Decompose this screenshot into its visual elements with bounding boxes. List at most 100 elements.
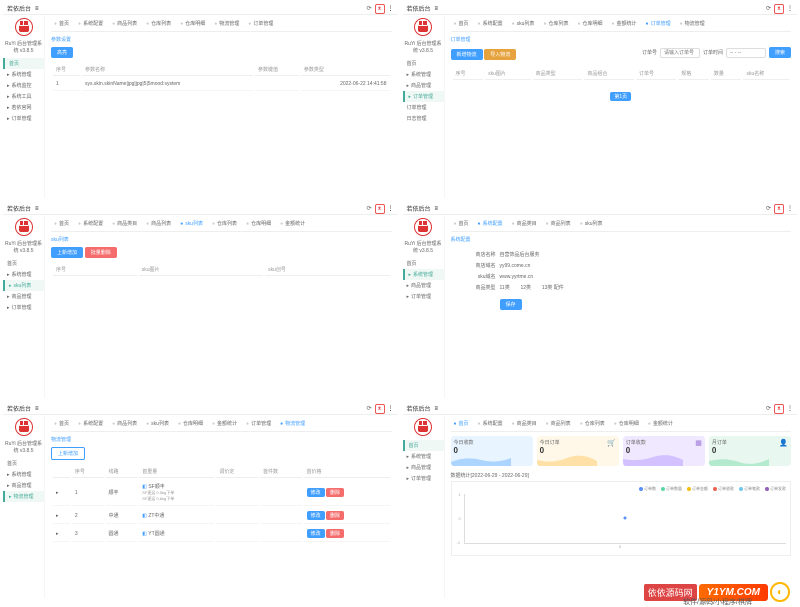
nav-goods[interactable]: ▸ 商品管理 xyxy=(3,291,44,302)
delete-button[interactable]: 删除 xyxy=(326,529,344,538)
tab[interactable]: ●订单管理 xyxy=(243,419,274,428)
import-logistics-button[interactable]: 导入物流 xyxy=(484,49,516,60)
refresh-icon[interactable]: ⟳ xyxy=(766,405,771,412)
batch-delete-button[interactable]: 批量删除 xyxy=(85,247,117,258)
avatar[interactable]: ᴥ xyxy=(375,4,385,14)
tab[interactable]: ●商品列表 xyxy=(543,219,574,228)
collapse-icon[interactable]: ≡ xyxy=(435,206,439,212)
nav-goods[interactable]: ▸ 商品管理 xyxy=(403,80,444,91)
dots-icon[interactable]: ⋮ xyxy=(388,205,394,212)
tab[interactable]: ●仓库明细 xyxy=(574,19,605,28)
dots-icon[interactable]: ⋮ xyxy=(787,405,793,412)
collapse-icon[interactable]: ≡ xyxy=(435,406,439,412)
nav-logistics[interactable]: ▸ 物流管理 xyxy=(3,491,44,502)
collapse-icon[interactable]: ≡ xyxy=(35,206,39,212)
nav-sys[interactable]: ▸ 系统管理 xyxy=(3,69,44,80)
nav-job[interactable]: ▸ 订单管理 xyxy=(3,113,44,124)
collapse-icon[interactable]: ≡ xyxy=(435,6,439,12)
nav-sys[interactable]: ▸ 系统管理 xyxy=(403,69,444,80)
nav-goods[interactable]: ▸ 商品管理 xyxy=(3,480,44,491)
nav-log[interactable]: 订单管理 xyxy=(403,102,444,113)
table-row[interactable]: 1sys.skin.skinName|jpg|jpg|5|5mood:syste… xyxy=(53,78,390,91)
tab[interactable]: ●sku列表 xyxy=(143,419,172,428)
nav-home[interactable]: 首页 xyxy=(3,58,44,69)
nav-home[interactable]: 首页 xyxy=(3,458,44,469)
nav-home[interactable]: 首页 xyxy=(403,258,444,269)
tab[interactable]: ●首页 xyxy=(51,219,72,228)
tab[interactable]: ●商品列表 xyxy=(543,419,574,428)
nav-sys[interactable]: ▸ 系统管理 xyxy=(3,469,44,480)
tab[interactable]: ●商品类目 xyxy=(109,219,140,228)
tab[interactable]: ●仓库明细 xyxy=(611,419,642,428)
dots-icon[interactable]: ⋮ xyxy=(388,405,394,412)
nav-order[interactable]: ▸ 订单管理 xyxy=(403,291,444,302)
edit-button[interactable]: 修改 xyxy=(307,511,325,520)
nav-logistics[interactable]: 日志管理 xyxy=(403,113,444,124)
delete-button[interactable]: 删除 xyxy=(326,488,344,497)
tab[interactable]: ●仓库明细 xyxy=(177,19,208,28)
tab[interactable]: ●商品类目 xyxy=(509,219,540,228)
add-line-button[interactable]: 上新增加 xyxy=(51,447,85,460)
tab[interactable]: ●sku列表 xyxy=(177,219,206,228)
tab[interactable]: ●系统配置 xyxy=(75,19,106,28)
save-button[interactable]: 保存 xyxy=(500,299,522,310)
tab[interactable]: ●仓库列表 xyxy=(143,19,174,28)
table-row[interactable]: ▸1顺丰◧ SF顺丰SF速运 0.5kg下单SF速运 0.6kg下单修改 删除 xyxy=(53,480,390,506)
tab[interactable]: ●商品列表 xyxy=(143,219,174,228)
dots-icon[interactable]: ⋮ xyxy=(388,5,394,12)
tab[interactable]: ●sku列表 xyxy=(577,219,606,228)
highlight-button[interactable]: 高亮 xyxy=(51,47,73,58)
tab[interactable]: ●订单管理 xyxy=(245,19,276,28)
date-input[interactable] xyxy=(726,48,766,58)
nav-sys[interactable]: ▸ 系统管理 xyxy=(3,269,44,280)
avatar[interactable]: ᴥ xyxy=(774,4,784,14)
tab[interactable]: ●物流管理 xyxy=(677,19,708,28)
tab[interactable]: ●首页 xyxy=(451,219,472,228)
add-button[interactable]: 上新增加 xyxy=(51,247,83,258)
edit-button[interactable]: 修改 xyxy=(307,488,325,497)
delete-button[interactable]: 删除 xyxy=(326,511,344,520)
nav-home[interactable]: 首页 xyxy=(403,58,444,69)
avatar[interactable]: ᴥ xyxy=(774,404,784,414)
tab[interactable]: ●首页 xyxy=(451,19,472,28)
tab[interactable]: ●首页 xyxy=(51,19,72,28)
refresh-icon[interactable]: ⟳ xyxy=(366,205,371,212)
nav-home[interactable]: 首页 xyxy=(3,258,44,269)
nav-order[interactable]: ▸ 订单管理 xyxy=(403,473,444,484)
tab[interactable]: ●金额统计 xyxy=(277,219,308,228)
nav-order[interactable]: ▸ 订单管理 xyxy=(3,302,44,313)
tab[interactable]: ●系统配置 xyxy=(75,419,106,428)
refresh-icon[interactable]: ⟳ xyxy=(366,5,371,12)
nav-tool[interactable]: ▸ 系统工具 xyxy=(3,91,44,102)
avatar[interactable]: ᴥ xyxy=(375,404,385,414)
dots-icon[interactable]: ⋮ xyxy=(787,205,793,212)
tab[interactable]: ●仓库列表 xyxy=(209,219,240,228)
tab[interactable]: ●金额统计 xyxy=(609,19,640,28)
refresh-icon[interactable]: ⟳ xyxy=(766,205,771,212)
order-no-input[interactable] xyxy=(660,48,700,58)
edit-button[interactable]: 修改 xyxy=(307,529,325,538)
tab[interactable]: ●系统配置 xyxy=(475,19,506,28)
nav-sys[interactable]: ▸ 系统管理 xyxy=(403,269,444,280)
nav-sku[interactable]: ▸ sku列表 xyxy=(3,280,44,291)
tab[interactable]: ●物流管理 xyxy=(211,19,242,28)
refresh-icon[interactable]: ⟳ xyxy=(366,405,371,412)
tab[interactable]: ●系统配置 xyxy=(75,219,106,228)
add-logistics-button[interactable]: 新增物流 xyxy=(451,49,483,60)
nav-gen[interactable]: ▸ 若依官网 xyxy=(3,102,44,113)
tab[interactable]: ●金额统计 xyxy=(209,419,240,428)
nav-monitor[interactable]: ▸ 系统监控 xyxy=(3,80,44,91)
tab[interactable]: ●系统配置 xyxy=(475,419,506,428)
nav-order[interactable]: ▸ 订单管理 xyxy=(403,91,444,102)
refresh-icon[interactable]: ⟳ xyxy=(766,5,771,12)
tab[interactable]: ●商品列表 xyxy=(109,19,140,28)
tab[interactable]: ●首页 xyxy=(451,419,472,428)
table-row[interactable]: ▸2中通◧ ZT中通修改 删除 xyxy=(53,508,390,524)
nav-goods[interactable]: ▸ 商品管理 xyxy=(403,280,444,291)
tab[interactable]: ●金额统计 xyxy=(645,419,676,428)
tab[interactable]: ●仓库列表 xyxy=(577,419,608,428)
avatar[interactable]: ᴥ xyxy=(774,204,784,214)
nav-goods[interactable]: ▸ 商品管理 xyxy=(403,462,444,473)
tab[interactable]: ●订单管理 xyxy=(643,19,674,28)
tab[interactable]: ●仓库列表 xyxy=(540,19,571,28)
